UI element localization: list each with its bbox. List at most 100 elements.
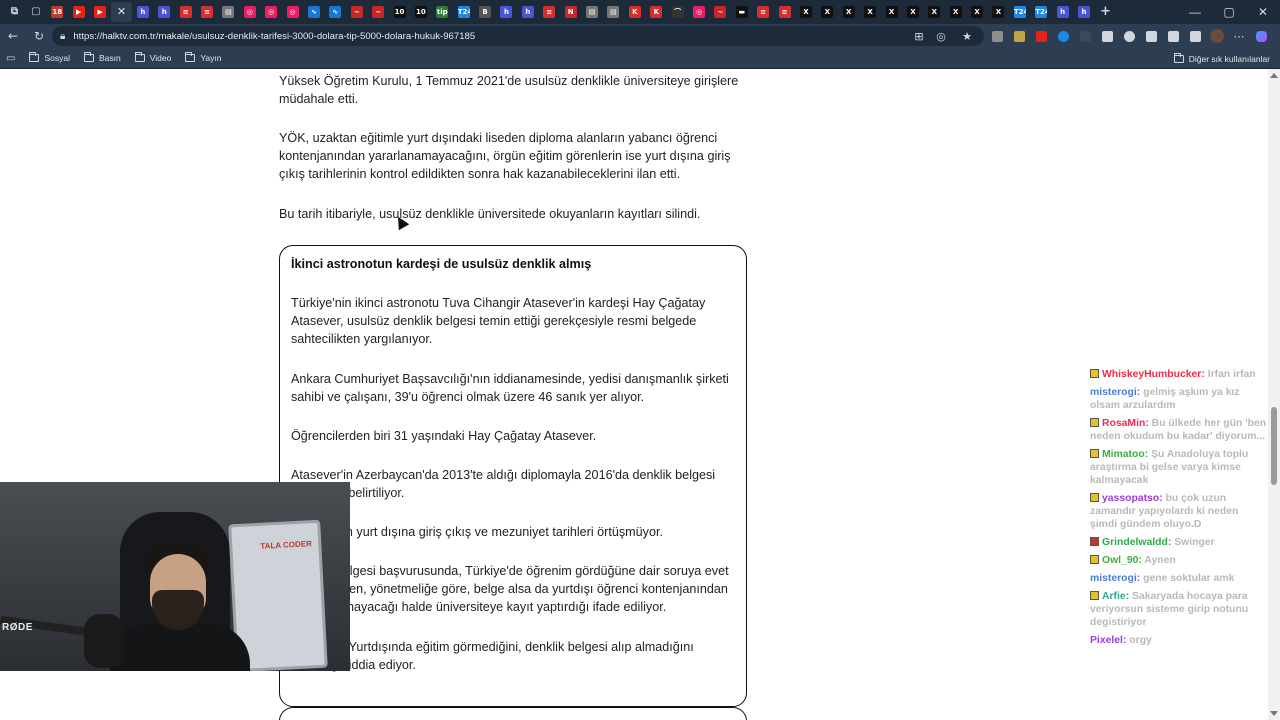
- bookmarks-icon-button[interactable]: ▭: [6, 53, 15, 64]
- browser-tab[interactable]: h: [1074, 2, 1095, 22]
- browser-tab[interactable]: ▬: [731, 2, 752, 22]
- other-bookmarks-folder[interactable]: Diğer sık kullanılanlar: [1173, 48, 1270, 69]
- browser-tab[interactable]: h: [496, 2, 517, 22]
- more-menu-icon[interactable]: ⋯: [1230, 26, 1248, 46]
- chat-message: Mimatoo: Şu Anadoluya toplu araştırma bi…: [1090, 449, 1249, 486]
- browser-tab[interactable]: ▤: [218, 2, 239, 22]
- close-window-button[interactable]: ✕: [1246, 0, 1280, 24]
- browser-tab[interactable]: ▶: [68, 2, 89, 22]
- browser-tab[interactable]: ▤: [582, 2, 603, 22]
- browser-tab[interactable]: ▶: [90, 2, 111, 22]
- scroll-up-icon[interactable]: [1270, 73, 1278, 78]
- new-tab-button[interactable]: +: [1095, 2, 1116, 22]
- tab-close-button[interactable]: ✕: [110, 2, 132, 22]
- bookmarks-bar: ▭ Sosyal Basın Video Yayın Diğer sık kul…: [0, 48, 1280, 69]
- profile-avatar[interactable]: [1208, 26, 1226, 46]
- chat-text: Aynen: [1144, 555, 1176, 566]
- tab-list: 18▶▶✕hh≡≡▤◎◎◎∿∿~~1010tipT24Bhh≡N▤▤KK⌒◎~▬…: [47, 2, 1095, 22]
- browser-tab[interactable]: X: [924, 2, 945, 22]
- browser-tab[interactable]: ▤: [603, 2, 624, 22]
- tab-favicon-icon: 10: [414, 6, 427, 18]
- browser-tab[interactable]: ≡: [539, 2, 560, 22]
- browser-tab[interactable]: ≡: [753, 2, 774, 22]
- bookmark-folder-yayin[interactable]: Yayın: [185, 52, 221, 63]
- scroll-thumb[interactable]: [1271, 407, 1277, 485]
- extension-icon[interactable]: [1076, 26, 1094, 46]
- browser-tab[interactable]: X: [902, 2, 923, 22]
- browser-tab[interactable]: T24: [1031, 2, 1052, 22]
- tab-actions-button[interactable]: ▢: [25, 2, 46, 22]
- bookmark-folder-basin[interactable]: Basın: [83, 52, 121, 63]
- browser-tab[interactable]: X: [860, 2, 881, 22]
- tab-favicon-icon: ≡: [757, 6, 770, 18]
- tab-actions-icon: ▢: [31, 6, 41, 17]
- browser-tab[interactable]: X: [795, 2, 816, 22]
- bookmark-folder-video[interactable]: Video: [134, 52, 171, 63]
- browser-tab[interactable]: K: [646, 2, 667, 22]
- browser-tab[interactable]: tip: [432, 2, 453, 22]
- browser-tab[interactable]: ≡: [175, 2, 196, 22]
- browser-tab[interactable]: ∿: [303, 2, 324, 22]
- browser-tab[interactable]: X: [881, 2, 902, 22]
- workspaces-button[interactable]: ⧉: [4, 2, 25, 22]
- refresh-icon: ↻: [33, 29, 45, 43]
- browser-tab[interactable]: ⌒: [667, 2, 688, 22]
- browser-tab[interactable]: N: [560, 2, 581, 22]
- extension-icon[interactable]: [1120, 26, 1138, 46]
- copilot-icon[interactable]: [1252, 26, 1270, 46]
- browser-tab[interactable]: ~: [368, 2, 389, 22]
- browser-tab[interactable]: X: [945, 2, 966, 22]
- scroll-down-icon[interactable]: [1270, 711, 1278, 716]
- maximize-button[interactable]: ▢: [1212, 0, 1246, 24]
- browser-tab[interactable]: X: [817, 2, 838, 22]
- url-input[interactable]: 🔒︎ https://halktv.com.tr/makale/usulsuz-…: [52, 26, 984, 46]
- browser-tab[interactable]: ◎: [261, 2, 282, 22]
- chat-username: Arfie: [1102, 591, 1126, 602]
- extension-icon[interactable]: [1032, 26, 1050, 46]
- browser-tab[interactable]: 10: [389, 2, 410, 22]
- page-scrollbar[interactable]: [1268, 69, 1280, 720]
- box-paragraph: Atasever'in yurt dışına giriş çıkış ve m…: [291, 525, 663, 539]
- browser-tab[interactable]: h: [1052, 2, 1073, 22]
- extension-icon[interactable]: [1054, 26, 1072, 46]
- browser-tab[interactable]: h: [132, 2, 153, 22]
- app-icon[interactable]: ⊞: [910, 26, 928, 46]
- browser-tab[interactable]: K: [624, 2, 645, 22]
- browser-tab[interactable]: ~: [346, 2, 367, 22]
- browser-tab[interactable]: ◎: [239, 2, 260, 22]
- extension-icon[interactable]: [1010, 26, 1028, 46]
- browser-tab[interactable]: X: [988, 2, 1009, 22]
- browser-tab[interactable]: B: [475, 2, 496, 22]
- browser-tab[interactable]: ◎: [282, 2, 303, 22]
- browser-tab[interactable]: ◎: [689, 2, 710, 22]
- browser-tab[interactable]: ∿: [325, 2, 346, 22]
- refresh-button[interactable]: ↻: [26, 24, 52, 48]
- chat-text: gene soktular amk: [1143, 573, 1235, 584]
- microphone: [84, 614, 124, 668]
- favorites-icon[interactable]: [1186, 26, 1204, 46]
- browser-tab[interactable]: ~: [710, 2, 731, 22]
- star-icon[interactable]: ★: [958, 26, 976, 46]
- extension-icon[interactable]: [1164, 26, 1182, 46]
- bookmark-folder-sosyal[interactable]: Sosyal: [29, 52, 70, 63]
- browser-tab[interactable]: h: [517, 2, 538, 22]
- browser-tab[interactable]: T24: [453, 2, 474, 22]
- browser-tab[interactable]: h: [154, 2, 175, 22]
- browser-tab[interactable]: ≡: [774, 2, 795, 22]
- back-button[interactable]: ←: [0, 24, 26, 48]
- browser-tab[interactable]: 18: [47, 2, 68, 22]
- minimize-button[interactable]: —: [1178, 0, 1212, 24]
- chat-text: orgy: [1129, 635, 1152, 646]
- extension-icon[interactable]: [988, 26, 1006, 46]
- browser-tab[interactable]: 10: [410, 2, 431, 22]
- browser-tab[interactable]: T24: [1009, 2, 1030, 22]
- browser-tab[interactable]: X: [838, 2, 859, 22]
- extension-icon[interactable]: [1098, 26, 1116, 46]
- tab-favicon-icon: ▶: [94, 6, 107, 18]
- browser-tab[interactable]: X: [967, 2, 988, 22]
- browser-tab[interactable]: ≡: [197, 2, 218, 22]
- tab-favicon-icon: ▶: [72, 6, 85, 18]
- folder-icon: [1173, 52, 1184, 63]
- extension-icon[interactable]: [1142, 26, 1160, 46]
- reader-icon[interactable]: ◎: [932, 26, 950, 46]
